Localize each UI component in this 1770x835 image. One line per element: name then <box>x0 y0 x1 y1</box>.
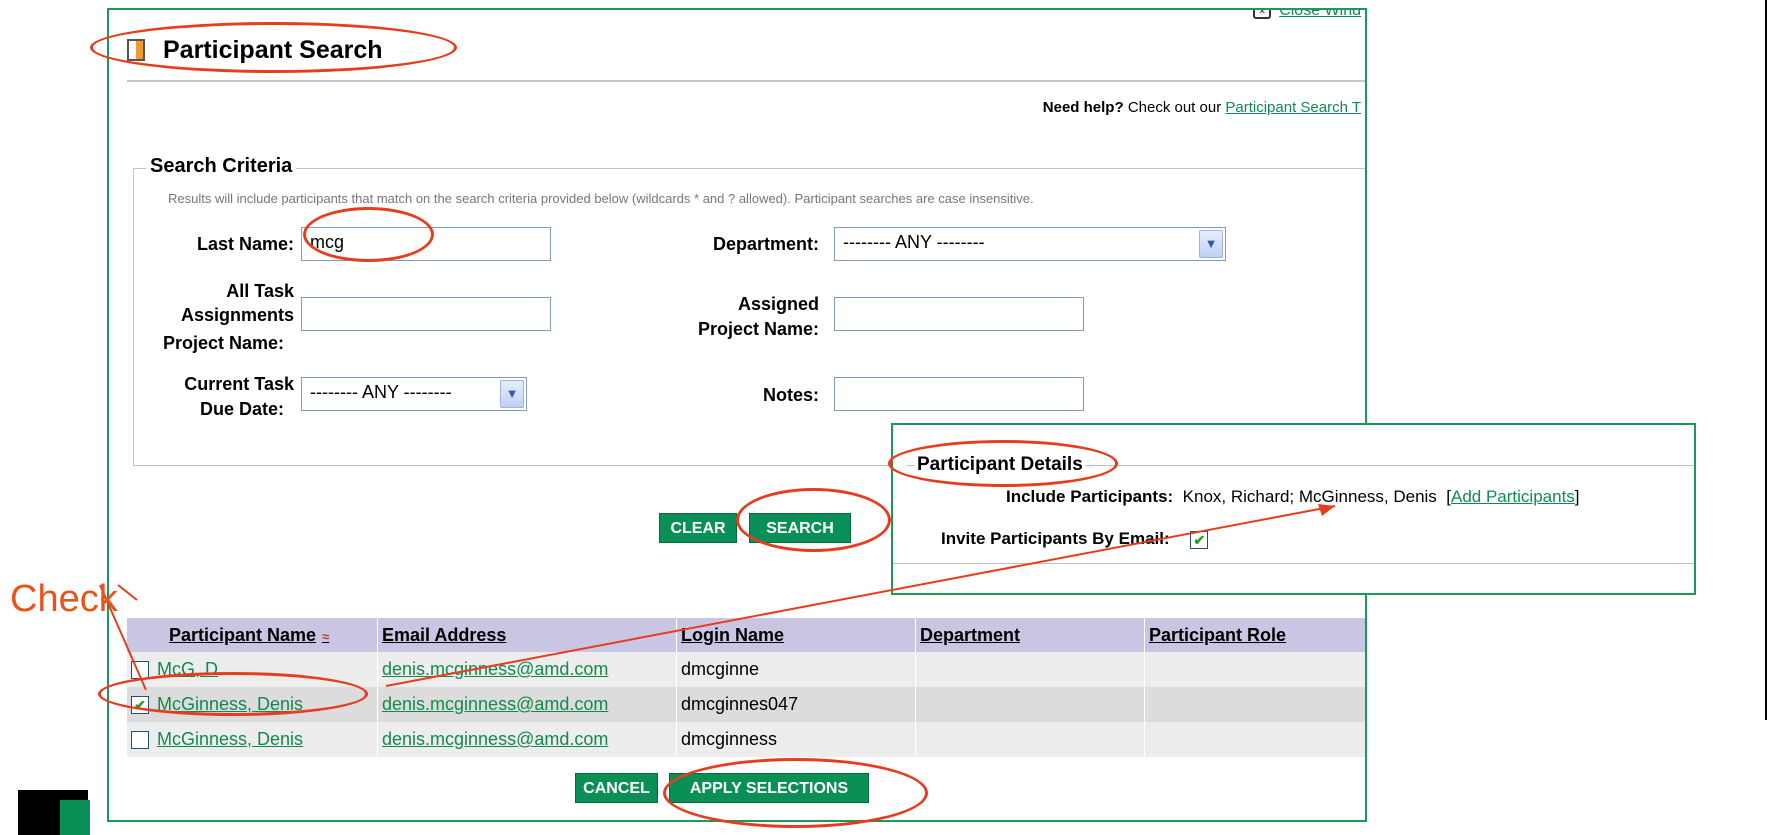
checkmark-icon: ✔ <box>134 697 146 714</box>
assigned-project-input[interactable] <box>834 297 1084 331</box>
assigned-label-line-1: Assigned <box>737 294 819 314</box>
column-department[interactable]: Department <box>915 618 1145 652</box>
search-criteria-fieldset: Search Criteria Results will include par… <box>133 155 1365 466</box>
login-cell: dmcginness <box>676 722 916 757</box>
close-window-link[interactable]: ✕ Close Wind <box>1253 10 1361 20</box>
all-task-label-line-3: Project Name: <box>162 333 284 353</box>
email-link[interactable]: denis.mcginness@amd.com <box>382 694 608 714</box>
department-label: Department: <box>712 234 819 254</box>
all-task-project-input[interactable] <box>301 297 551 331</box>
search-button[interactable]: SEARCH <box>749 513 851 543</box>
email-link[interactable]: denis.mcginness@amd.com <box>382 659 608 679</box>
role-cell <box>1144 722 1365 757</box>
add-participants-link[interactable]: Add Participants <box>1451 487 1575 506</box>
add-participants-bracket-close: ] <box>1574 487 1580 506</box>
participant-name-cell: ✔ McGinness, Denis <box>127 687 378 722</box>
all-task-label: All Task Assignments <box>154 279 294 327</box>
participant-details-panel: Participant Details Include Participants… <box>891 423 1696 595</box>
role-cell <box>1144 652 1365 687</box>
participant-name-link[interactable]: McG, D <box>157 659 218 679</box>
column-email-address[interactable]: Email Address <box>377 618 677 652</box>
due-date-select[interactable]: -------- ANY -------- ▼ <box>301 377 527 411</box>
column-participant-name[interactable]: Participant Name ≈ <box>127 618 378 652</box>
row-checkbox-checked[interactable]: ✔ <box>131 696 149 715</box>
invite-by-email-checkbox[interactable]: ✔ <box>1190 530 1209 549</box>
chevron-down-icon[interactable]: ▼ <box>500 380 524 408</box>
cancel-button[interactable]: CANCEL <box>575 773 658 803</box>
details-divider-bottom <box>893 563 1694 564</box>
table-row: McGinness, Denis denis.mcginness@amd.com… <box>127 722 1365 757</box>
sort-ascending-icon[interactable]: ≈ <box>322 629 329 644</box>
row-checkbox[interactable] <box>131 661 149 680</box>
results-table: Participant Name ≈ Email Address Login Na… <box>127 618 1365 757</box>
search-criteria-legend: Search Criteria <box>146 155 297 178</box>
all-task-label-line-1: All Task <box>226 281 294 301</box>
notes-input[interactable] <box>834 377 1084 411</box>
results-header-row: Participant Name ≈ Email Address Login Na… <box>127 618 1365 652</box>
email-cell: denis.mcginness@amd.com <box>377 652 677 687</box>
department-select[interactable]: -------- ANY -------- ▼ <box>834 227 1226 261</box>
check-annotation-label: Check <box>10 578 118 620</box>
column-login-name[interactable]: Login Name <box>676 618 916 652</box>
table-row: McG, D denis.mcginness@amd.com dmcginne <box>127 652 1365 687</box>
search-criteria-note: Results will include participants that m… <box>168 191 1034 206</box>
email-link[interactable]: denis.mcginness@amd.com <box>382 729 608 749</box>
page-icon <box>127 39 145 61</box>
help-prefix: Need help? <box>1042 99 1124 116</box>
participant-name-cell: McG, D <box>127 652 378 687</box>
department-cell <box>915 687 1145 722</box>
page-title-row: Participant Search <box>127 30 383 70</box>
all-task-label-line-2: Assignments <box>180 305 294 325</box>
close-box-icon[interactable]: ✕ <box>1253 10 1272 19</box>
table-row: ✔ McGinness, Denis denis.mcginness@amd.co… <box>127 687 1365 722</box>
last-name-input[interactable]: mcg <box>301 227 551 261</box>
email-cell: denis.mcginness@amd.com <box>377 687 677 722</box>
row-checkbox[interactable] <box>131 731 149 750</box>
help-middle: Check out our <box>1127 99 1222 116</box>
due-date-label-line-2: Due Date: <box>199 399 284 419</box>
notes-label: Notes: <box>762 385 819 405</box>
right-edge-line <box>1765 0 1767 720</box>
assigned-label-line-2: Project Name: <box>697 319 819 339</box>
department-cell <box>915 652 1145 687</box>
logo-accent <box>60 800 90 835</box>
help-link[interactable]: Participant Search T <box>1225 99 1361 116</box>
participant-name-link[interactable]: McGinness, Denis <box>157 729 303 749</box>
login-cell: dmcginne <box>676 652 916 687</box>
include-participants-row: Include Participants: Knox, Richard; McG… <box>1006 487 1580 507</box>
include-participants-label: Include Participants: <box>1006 487 1174 506</box>
department-cell <box>915 722 1145 757</box>
checkmark-icon: ✔ <box>1193 531 1206 548</box>
title-divider <box>127 80 1365 82</box>
clear-button[interactable]: CLEAR <box>659 513 737 543</box>
participant-name-cell: McGinness, Denis <box>127 722 378 757</box>
due-date-label-line-1: Current Task <box>184 374 294 394</box>
help-text: Need help? Check out our Participant Sea… <box>1043 99 1361 116</box>
include-participants-value: Knox, Richard; McGinness, Denis <box>1182 487 1437 506</box>
apply-selections-button[interactable]: APPLY SELECTIONS <box>669 773 869 803</box>
due-date-select-value: -------- ANY -------- <box>310 382 452 402</box>
login-cell: dmcginnes047 <box>676 687 916 722</box>
chevron-down-icon[interactable]: ▼ <box>1199 230 1223 258</box>
role-cell <box>1144 687 1365 722</box>
department-select-value: -------- ANY -------- <box>843 232 985 252</box>
last-name-label: Last Name: <box>196 234 294 254</box>
participant-name-link[interactable]: McGinness, Denis <box>157 694 303 714</box>
invite-by-email-label: Invite Participants By Email: <box>941 529 1170 548</box>
participant-search-window: ✕ Close Wind Participant Search Need help… <box>107 8 1367 822</box>
email-cell: denis.mcginness@amd.com <box>377 722 677 757</box>
invite-by-email-row: Invite Participants By Email: ✔ <box>941 529 1216 549</box>
participant-details-title: Participant Details <box>915 454 1085 476</box>
page-title: Participant Search <box>163 35 383 64</box>
participant-name-header[interactable]: Participant Name <box>131 625 316 645</box>
column-participant-role[interactable]: Participant Role <box>1144 618 1365 652</box>
